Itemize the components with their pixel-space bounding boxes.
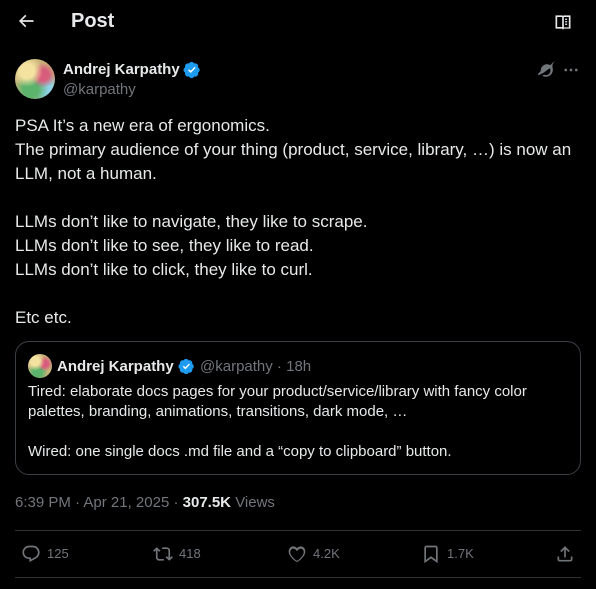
quoted-text-line: Wired: one single docs .md file and a “c… — [28, 443, 452, 460]
repost-icon — [153, 547, 173, 561]
quoted-text-line: Tired: elaborate docs pages for your pro… — [28, 383, 527, 400]
verified-badge-icon — [183, 61, 200, 79]
quoted-post-text: Tired: elaborate docs pages for your pro… — [28, 382, 573, 462]
grok-button[interactable] — [535, 59, 557, 81]
post-text-line: PSA It’s a new era of ergonomics. — [15, 116, 270, 135]
quoted-post[interactable]: Andrej Karpathy @karpathy · 18h Tired: e… — [15, 341, 581, 475]
reply-count: 125 — [47, 546, 69, 561]
post-text-line: LLMs don’t like to see, they like to rea… — [15, 236, 314, 255]
arrow-left-icon — [18, 14, 34, 28]
grok-icon — [537, 61, 555, 77]
divider — [15, 530, 581, 531]
divider — [15, 577, 581, 578]
page-title: Post — [71, 10, 115, 32]
repost-button[interactable]: 418 — [153, 543, 201, 565]
post-text-spacer — [15, 186, 585, 210]
views-count: 307.5K — [182, 494, 232, 511]
reply-button[interactable]: 125 — [21, 543, 69, 565]
post-date[interactable]: Apr 21, 2025 — [83, 494, 169, 511]
views-label: Views — [235, 494, 275, 511]
post-text-line: LLM, not a human. — [15, 164, 157, 183]
post-text-line: Etc etc. — [15, 308, 72, 327]
post-text-line: LLMs don’t like to click, they like to c… — [15, 260, 313, 279]
quoted-text-spacer — [28, 422, 573, 442]
more-horizontal-icon — [564, 68, 578, 72]
like-count: 4.2K — [313, 546, 340, 561]
post-text: PSA It’s a new era of ergonomics. The pr… — [15, 114, 585, 330]
share-button[interactable] — [555, 543, 575, 565]
reader-mode-button[interactable] — [547, 6, 579, 38]
post-text-spacer — [15, 282, 585, 306]
post-time[interactable]: 6:39 PM — [15, 494, 71, 511]
verified-badge-icon — [178, 358, 194, 375]
post-meta: 6:39 PM · Apr 21, 2025 · 307.5K Views — [15, 494, 275, 511]
quoted-post-age: 18h — [286, 358, 312, 375]
share-icon — [557, 546, 573, 562]
quoted-author-handle: @karpathy — [200, 358, 273, 375]
reply-icon — [22, 545, 40, 563]
back-button[interactable] — [10, 5, 42, 37]
author-handle[interactable]: @karpathy — [63, 80, 136, 99]
top-bar: Post — [0, 0, 596, 42]
quoted-author-name: Andrej Karpathy — [57, 358, 174, 375]
more-options-button[interactable] — [560, 59, 582, 81]
reader-mode-icon — [555, 15, 571, 30]
bookmark-icon — [424, 545, 438, 564]
author-avatar[interactable] — [15, 59, 55, 99]
post-text-line: LLMs don’t like to navigate, they like t… — [15, 212, 368, 231]
quoted-author-avatar — [28, 354, 52, 378]
bookmark-button[interactable]: 1.7K — [421, 543, 474, 565]
repost-count: 418 — [179, 546, 201, 561]
like-button[interactable]: 4.2K — [287, 543, 340, 565]
quoted-author-meta: @karpathy · 18h — [200, 358, 312, 375]
author-name[interactable]: Andrej Karpathy — [63, 60, 180, 79]
quoted-text-line: palettes, branding, animations, transiti… — [28, 403, 408, 420]
heart-icon — [288, 546, 306, 563]
bookmark-count: 1.7K — [447, 546, 474, 561]
post-text-line: The primary audience of your thing (prod… — [15, 140, 572, 159]
